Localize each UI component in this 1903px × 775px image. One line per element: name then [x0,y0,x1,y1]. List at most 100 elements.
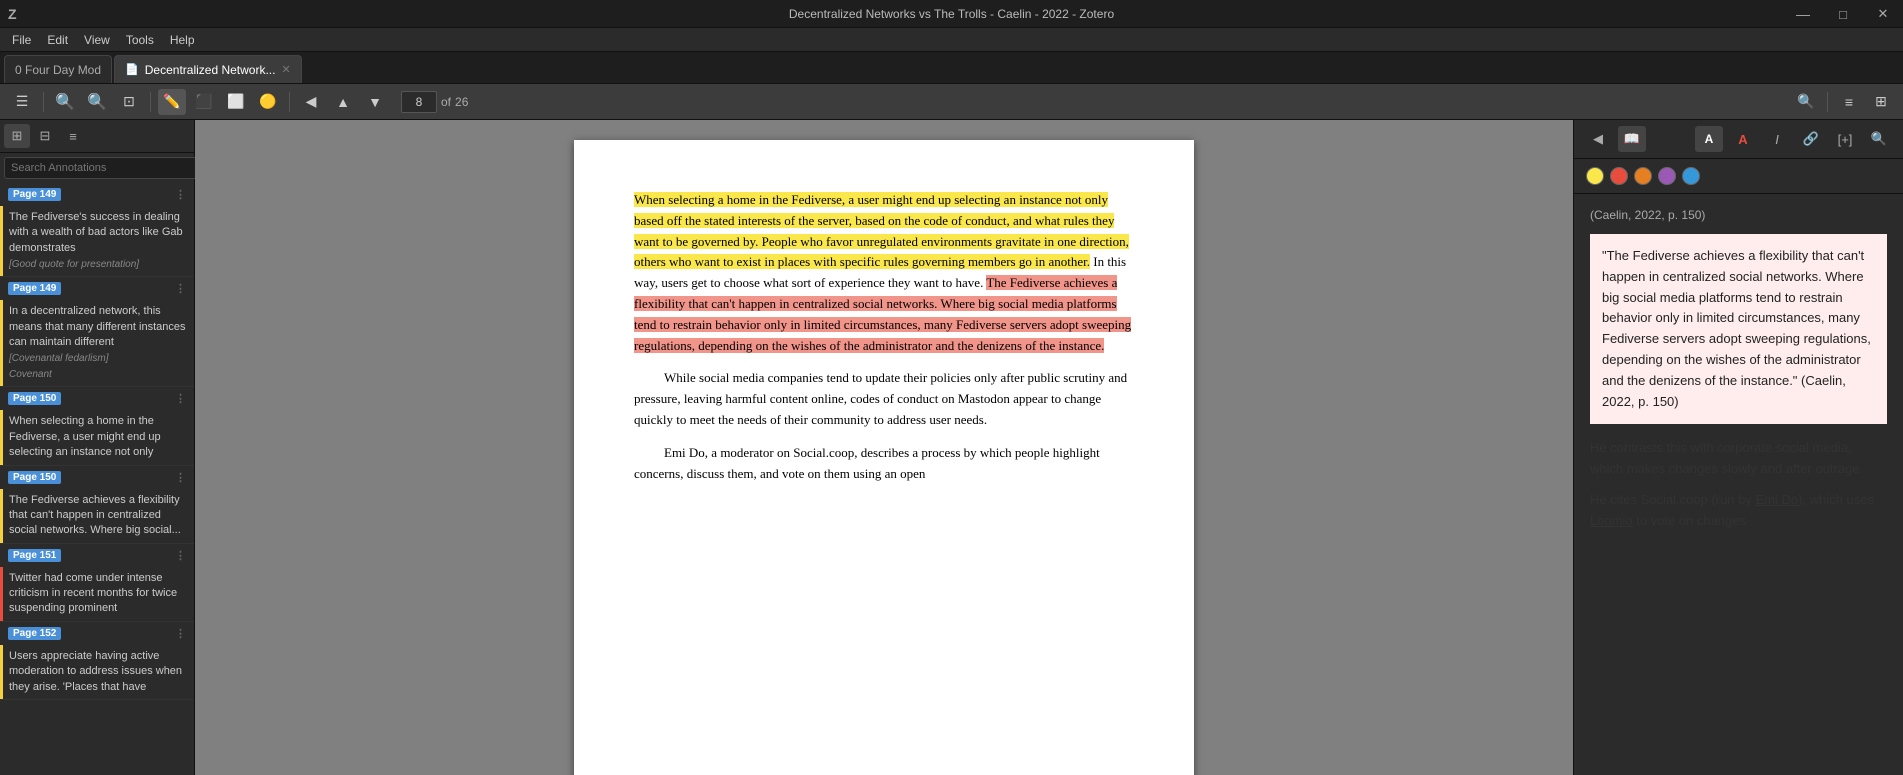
maximize-button[interactable]: □ [1823,0,1863,28]
emi-do-link[interactable]: Emi Do [1755,492,1798,507]
color-yellow[interactable] [1586,167,1604,185]
page-total: 26 [455,95,468,109]
sidebar-view-btn-1[interactable]: ⊞ [4,124,30,148]
pdf-page: When selecting a home in the Fediverse, … [574,140,1194,775]
pdf-paragraph-2: While social media companies tend to upd… [634,368,1134,430]
more-options-icon[interactable]: ⋮ [175,188,186,201]
page-badge: Page 150 [8,471,61,484]
cursor-tool-button[interactable]: ✏️ [158,89,186,115]
annotation-item[interactable]: The Fediverse achieves a flexibility tha… [0,489,194,543]
annotation-group-151: Page 151 ⋮ Twitter had come under intens… [0,544,194,622]
book-icon-button[interactable]: 📖 [1618,126,1646,152]
annotation-group-149-2: Page 149 ⋮ In a decentralized network, t… [0,277,194,387]
toolbar-right: 🔍 ≡ ⊞ [1792,89,1895,115]
color-blue[interactable] [1682,167,1700,185]
annotation-item[interactable]: In a decentralized network, this means t… [0,300,194,386]
page-badge: Page 149 [8,188,61,201]
page-badge: Page 149 [8,282,61,295]
annotation-group-149-1: Page 149 ⋮ The Fediverse's success in de… [0,183,194,277]
more-options-icon[interactable]: ⋮ [175,282,186,295]
menu-file[interactable]: File [4,31,39,49]
list-view-button[interactable]: ≡ [1835,89,1863,115]
window-controls: — □ ✕ [1783,0,1903,28]
nav-up-button[interactable]: ▲ [329,89,357,115]
tab-close-icon[interactable]: ✕ [281,63,290,76]
page-navigation: of 26 [401,91,468,113]
select-tool-button[interactable]: ⬛ [190,89,218,115]
color-red[interactable] [1610,167,1628,185]
plain-text-3: Emi Do, a moderator on Social.coop, desc… [634,445,1100,481]
grid-view-button[interactable]: ⊞ [1867,89,1895,115]
menu-edit[interactable]: Edit [39,31,76,49]
link-button[interactable]: 🔗 [1797,126,1825,152]
toggle-sidebar-button[interactable]: ☰ [8,89,36,115]
annotation-group-152: Page 152 ⋮ Users appreciate having activ… [0,622,194,700]
sidebar-toolbar: ⊞ ⊟ ≡ [0,120,194,153]
crop-tool-button[interactable]: ⬜ [222,89,250,115]
back-button[interactable]: ◀ [1584,126,1612,152]
close-button[interactable]: ✕ [1863,0,1903,28]
sidebar-view-btn-2[interactable]: ⊟ [32,124,58,148]
annotation-tag: [Covenantal fedarlism] [9,352,186,366]
separator [150,92,151,112]
nav-prev-button[interactable]: ◀ [297,89,325,115]
annotation-item[interactable]: When selecting a home in the Fediverse, … [0,410,194,464]
pdf-viewer[interactable]: When selecting a home in the Fediverse, … [195,120,1573,775]
annotation-header: Page 152 ⋮ [0,622,194,645]
italic-button[interactable]: I [1763,126,1791,152]
tab-icon: 📄 [125,63,139,76]
annotation-header: Page 150 ⋮ [0,466,194,489]
annotation-text: The Fediverse achieves a flexibility tha… [9,493,186,539]
more-options-icon[interactable]: ⋮ [175,549,186,562]
menu-tools[interactable]: Tools [118,31,162,49]
annotation-item[interactable]: The Fediverse's success in dealing with … [0,206,194,276]
right-panel-content: (Caelin, 2022, p. 150) "The Fediverse ac… [1574,194,1903,556]
more-options-icon[interactable]: ⋮ [175,392,186,405]
window-title: Decentralized Networks vs The Trolls - C… [789,7,1114,21]
menubar: File Edit View Tools Help [0,28,1903,52]
app-icon: Z [8,6,17,22]
annotation-group-150-2: Page 150 ⋮ The Fediverse achieves a flex… [0,466,194,544]
color-purple[interactable] [1658,167,1676,185]
annotation-text: In a decentralized network, this means t… [9,304,186,350]
plain-text-2: While social media companies tend to upd… [634,370,1127,427]
zoom-out-button[interactable]: 🔍 [51,89,79,115]
titlebar: Z Decentralized Networks vs The Trolls -… [0,0,1903,28]
menu-help[interactable]: Help [162,31,203,49]
annotation-header: Page 149 ⋮ [0,277,194,300]
font-button[interactable]: A [1695,126,1723,152]
tab-four-day-mod[interactable]: 0 Four Day Mod [4,55,112,83]
tab-decentralized[interactable]: 📄 Decentralized Network... ✕ [114,55,302,83]
search-button[interactable]: 🔍 [1865,126,1893,152]
minimize-button[interactable]: — [1783,0,1823,28]
nav-down-button[interactable]: ▼ [361,89,389,115]
zoom-out-right-button[interactable]: 🔍 [1792,89,1820,115]
search-annotations-input[interactable] [4,157,198,179]
annotation-item[interactable]: Twitter had come under intense criticism… [0,567,194,621]
zoom-in-button[interactable]: 🔍 [83,89,111,115]
color-button[interactable]: 🟡 [254,89,282,115]
annotation-header: Page 150 ⋮ [0,387,194,410]
sidebar-view-btn-3[interactable]: ≡ [60,124,86,148]
loomio-link[interactable]: Loomio [1590,513,1633,528]
note-text-2: He cites Social.coop (run by Emi Do), wh… [1590,490,1887,532]
page-badge: Page 151 [8,549,61,562]
fit-width-button[interactable]: ⊡ [115,89,143,115]
annotation-header: Page 151 ⋮ [0,544,194,567]
highlight-tool-button[interactable]: A [1729,126,1757,152]
insert-button[interactable]: [+] [1831,126,1859,152]
separator [1827,92,1828,112]
page-input[interactable] [401,91,437,113]
color-orange[interactable] [1634,167,1652,185]
pdf-paragraph-3: Emi Do, a moderator on Social.coop, desc… [634,443,1134,485]
more-options-icon[interactable]: ⋮ [175,471,186,484]
pdf-paragraph-1: When selecting a home in the Fediverse, … [634,190,1134,356]
annotation-text: When selecting a home in the Fediverse, … [9,414,186,460]
tabbar: 0 Four Day Mod 📄 Decentralized Network..… [0,52,1903,84]
annotation-text: The Fediverse's success in dealing with … [9,210,186,256]
annotation-item[interactable]: Users appreciate having active moderatio… [0,645,194,699]
note-text-1: He contrasts this with corporate social … [1590,438,1887,480]
more-options-icon[interactable]: ⋮ [175,627,186,640]
page-badge: Page 150 [8,392,61,405]
menu-view[interactable]: View [76,31,118,49]
